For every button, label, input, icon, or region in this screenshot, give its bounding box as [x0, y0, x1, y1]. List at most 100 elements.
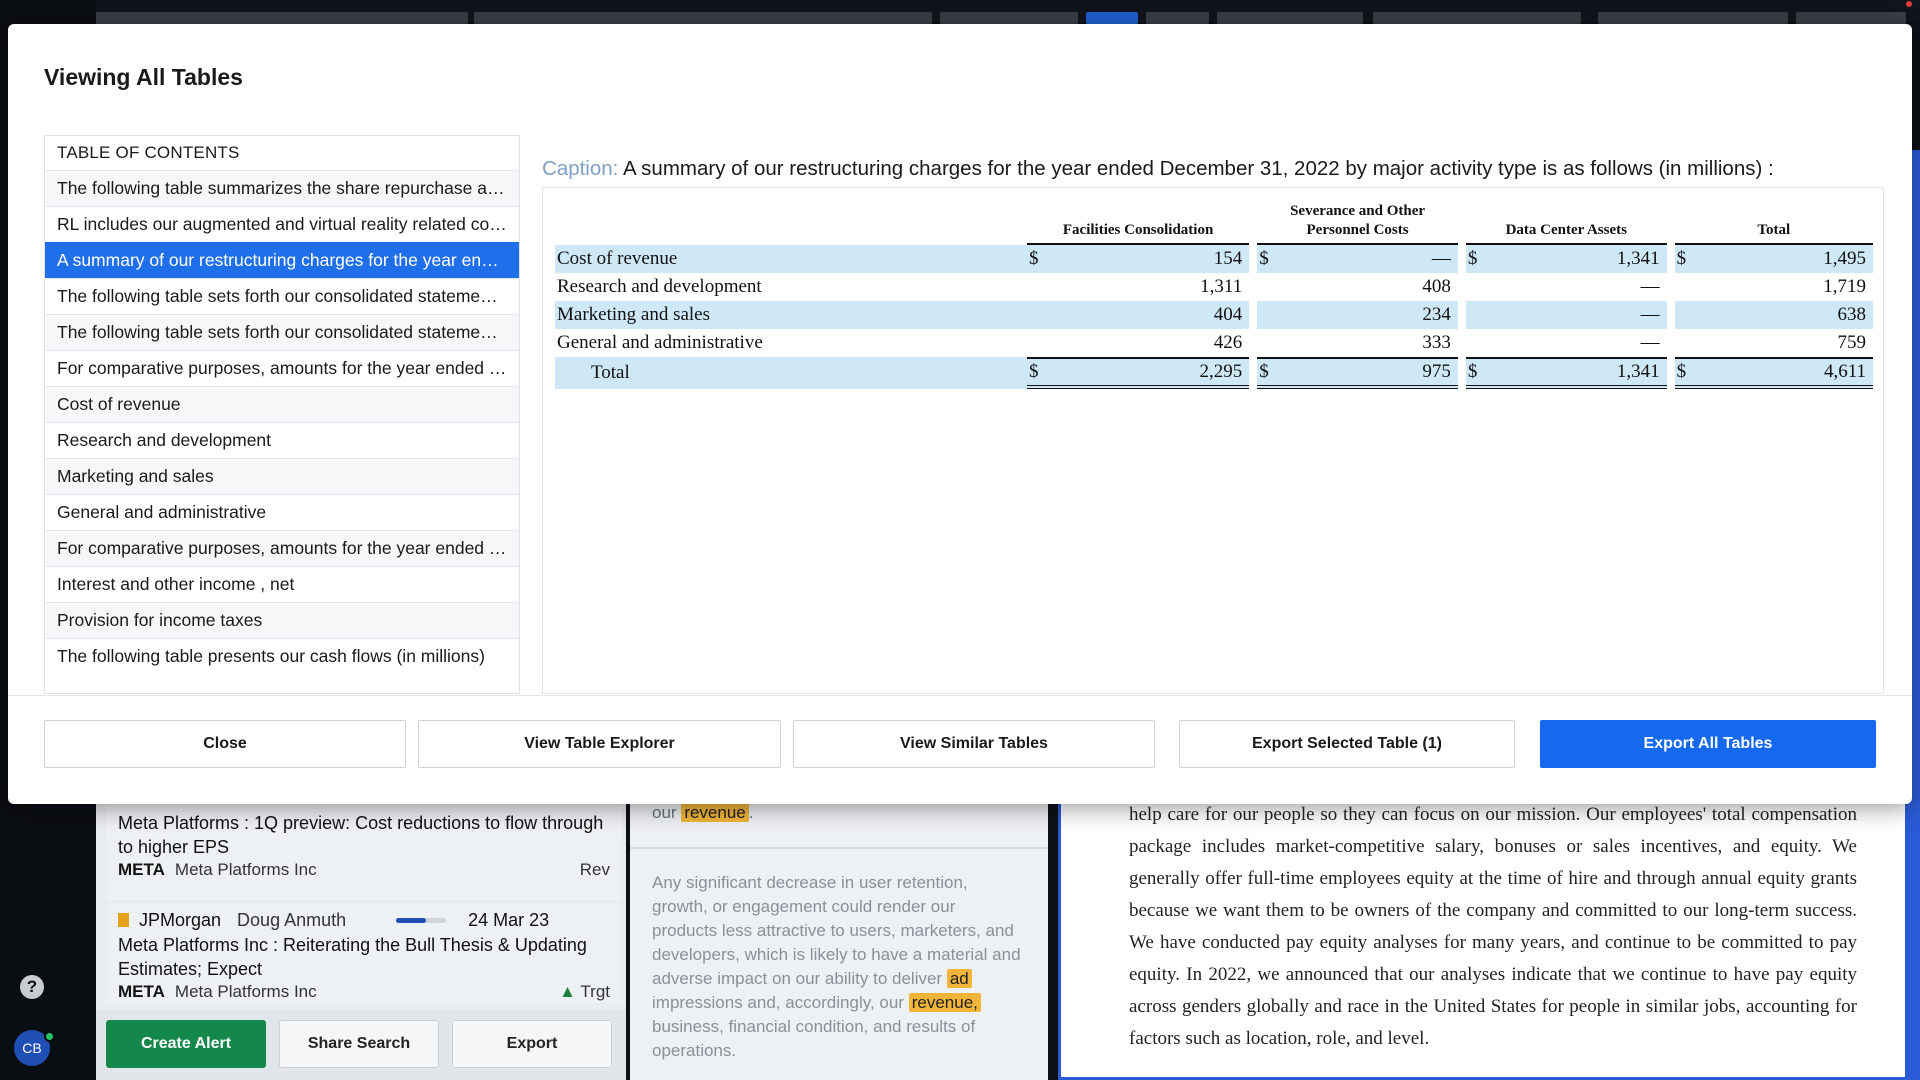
snippet-divider	[630, 847, 1048, 849]
toc-item[interactable]: For comparative purposes, amounts for th…	[45, 530, 519, 566]
column-header: Facilities Consolidation	[1027, 202, 1250, 245]
result-author: Doug Anmuth	[237, 909, 347, 930]
table-cell-value: —	[1640, 332, 1660, 353]
snippet-line: our revenue.	[652, 803, 754, 822]
result-title[interactable]: Meta Platforms : 1Q preview: Cost reduct…	[118, 811, 610, 859]
result-company: Meta Platforms Inc	[174, 860, 317, 879]
currency-symbol: $	[1257, 357, 1282, 389]
export-selected-table-button[interactable]: Export Selected Table (1)	[1179, 720, 1515, 768]
up-arrow-icon: ▲	[559, 982, 576, 1001]
currency-symbol	[1466, 273, 1490, 301]
currency-symbol: $	[1465, 357, 1490, 389]
currency-symbol	[1465, 301, 1490, 329]
currency-symbol: $	[1674, 357, 1699, 389]
toc-item[interactable]: The following table summarizes the share…	[45, 170, 519, 206]
table-cell-value: 638	[1698, 301, 1873, 329]
table-cell-value: —	[1640, 276, 1660, 297]
row-label: Research and development	[557, 276, 762, 297]
currency-symbol: $	[1027, 245, 1051, 273]
result-tag: Rev	[579, 860, 610, 879]
currency-symbol	[1257, 273, 1281, 301]
column-header: Data Center Assets	[1465, 202, 1667, 245]
result-meta: META Meta Platforms Inc Rev	[118, 860, 610, 880]
table-cell-value: 408	[1422, 276, 1451, 297]
toc-item[interactable]: For comparative purposes, amounts for th…	[45, 350, 519, 386]
toc-item[interactable]: Marketing and sales	[45, 458, 519, 494]
result-company: Meta Platforms Inc	[174, 982, 317, 1001]
highlight-term: revenue,	[908, 993, 981, 1012]
currency-symbol	[1675, 273, 1699, 301]
table-cell-value: 1,341	[1489, 357, 1667, 389]
table-cell-value: 404	[1051, 301, 1250, 329]
modal-footer-divider	[8, 695, 1912, 696]
modal-title: Viewing All Tables	[44, 64, 243, 90]
column-header: Severance and Other Personnel Costs	[1257, 202, 1458, 245]
currency-symbol: $	[1465, 245, 1490, 273]
currency-symbol: $	[1257, 245, 1282, 273]
toc-item[interactable]: The following table sets forth our conso…	[45, 278, 519, 314]
toc-item[interactable]: Research and development	[45, 422, 519, 458]
close-button[interactable]: Close	[44, 720, 406, 768]
document-icon	[118, 913, 129, 927]
table-cell-value: 234	[1281, 301, 1458, 329]
currency-symbol	[1675, 329, 1699, 357]
row-label: General and administrative	[557, 332, 763, 353]
result-meta: META Meta Platforms Inc ▲ Trgt	[118, 982, 610, 1002]
result-ticker: META	[118, 982, 165, 1001]
toc-item[interactable]: RL includes our augmented and virtual re…	[45, 206, 519, 242]
restructuring-charges-table: Facilities Consolidation Severance and O…	[555, 202, 1873, 389]
result-title[interactable]: Meta Platforms Inc : Reiterating the Bul…	[118, 933, 610, 981]
export-all-tables-button[interactable]: Export All Tables	[1540, 720, 1876, 768]
column-header: Total	[1674, 202, 1873, 245]
toc-item[interactable]: A summary of our restructuring charges f…	[45, 242, 519, 278]
toc-header: TABLE OF CONTENTS	[57, 143, 240, 162]
table-caption: Caption: A summary of our restructuring …	[542, 157, 1774, 181]
currency-symbol: $	[1027, 357, 1051, 389]
background-top-bar	[0, 0, 1920, 24]
table-cell-value: 975	[1281, 357, 1458, 389]
table-cell-value: 2,295	[1051, 357, 1250, 389]
toc-item[interactable]: Interest and other income , net	[45, 566, 519, 602]
view-similar-tables-button[interactable]: View Similar Tables	[793, 720, 1155, 768]
result-date: 24 Mar 23	[468, 909, 550, 930]
row-label: Total	[555, 357, 1027, 389]
table-row: Marketing and sales 404 234 — 638	[555, 301, 1873, 329]
currency-symbol	[1027, 301, 1051, 329]
table-cell-value: —	[1489, 301, 1667, 329]
view-all-tables-modal: Viewing All Tables TABLE OF CONTENTS The…	[8, 24, 1912, 804]
toc-item[interactable]: The following table sets forth our conso…	[45, 314, 519, 350]
highlight-term: revenue	[681, 803, 749, 822]
table-of-contents: TABLE OF CONTENTS The following table su…	[44, 135, 520, 694]
toc-item[interactable]: The following table presents our cash fl…	[45, 638, 519, 674]
export-results-button[interactable]: Export	[452, 1020, 612, 1068]
table-row: Cost of revenue $154 $ — $1,341 $1,495	[555, 245, 1873, 273]
notification-dot-icon	[1906, 1, 1912, 7]
toc-item[interactable]: Cost of revenue	[45, 386, 519, 422]
table-cell-value: 154	[1051, 245, 1250, 273]
toc-item[interactable]: General and administrative	[45, 494, 519, 530]
table-cell-value: 1,341	[1489, 245, 1667, 273]
table-cell-value: 333	[1422, 332, 1451, 353]
currency-symbol	[1466, 329, 1490, 357]
table-row: Research and development 1,311 408 — 1,719	[555, 273, 1873, 301]
search-actions-bar: Create Alert Share Search Export	[96, 1010, 626, 1080]
document-paragraph: help care for our people so they can foc…	[1129, 804, 1857, 1049]
highlight-term: ad	[946, 969, 972, 988]
table-cell-value: 759	[1837, 332, 1867, 353]
help-icon[interactable]: ?	[20, 975, 44, 999]
relevance-bar	[396, 917, 447, 923]
currency-symbol	[1257, 301, 1282, 329]
view-table-explorer-button[interactable]: View Table Explorer	[418, 720, 781, 768]
table-preview-panel: Facilities Consolidation Severance and O…	[542, 187, 1884, 694]
create-alert-button[interactable]: Create Alert	[106, 1020, 266, 1068]
table-cell-value: 426	[1213, 332, 1243, 353]
share-search-button[interactable]: Share Search	[279, 1020, 439, 1068]
result-item[interactable]: JPMorgan Doug Anmuth 24 Mar 23 Meta Plat…	[106, 903, 622, 1003]
toc-item[interactable]: Provision for income taxes	[45, 602, 519, 638]
result-header: JPMorgan Doug Anmuth 24 Mar 23	[118, 907, 610, 933]
currency-symbol	[1027, 273, 1051, 301]
table-cell-value: 1,495	[1698, 245, 1873, 273]
snippet-text[interactable]: Any significant decrease in user retenti…	[652, 871, 1022, 1063]
currency-symbol: $	[1674, 245, 1699, 273]
row-label-header	[555, 202, 1027, 245]
